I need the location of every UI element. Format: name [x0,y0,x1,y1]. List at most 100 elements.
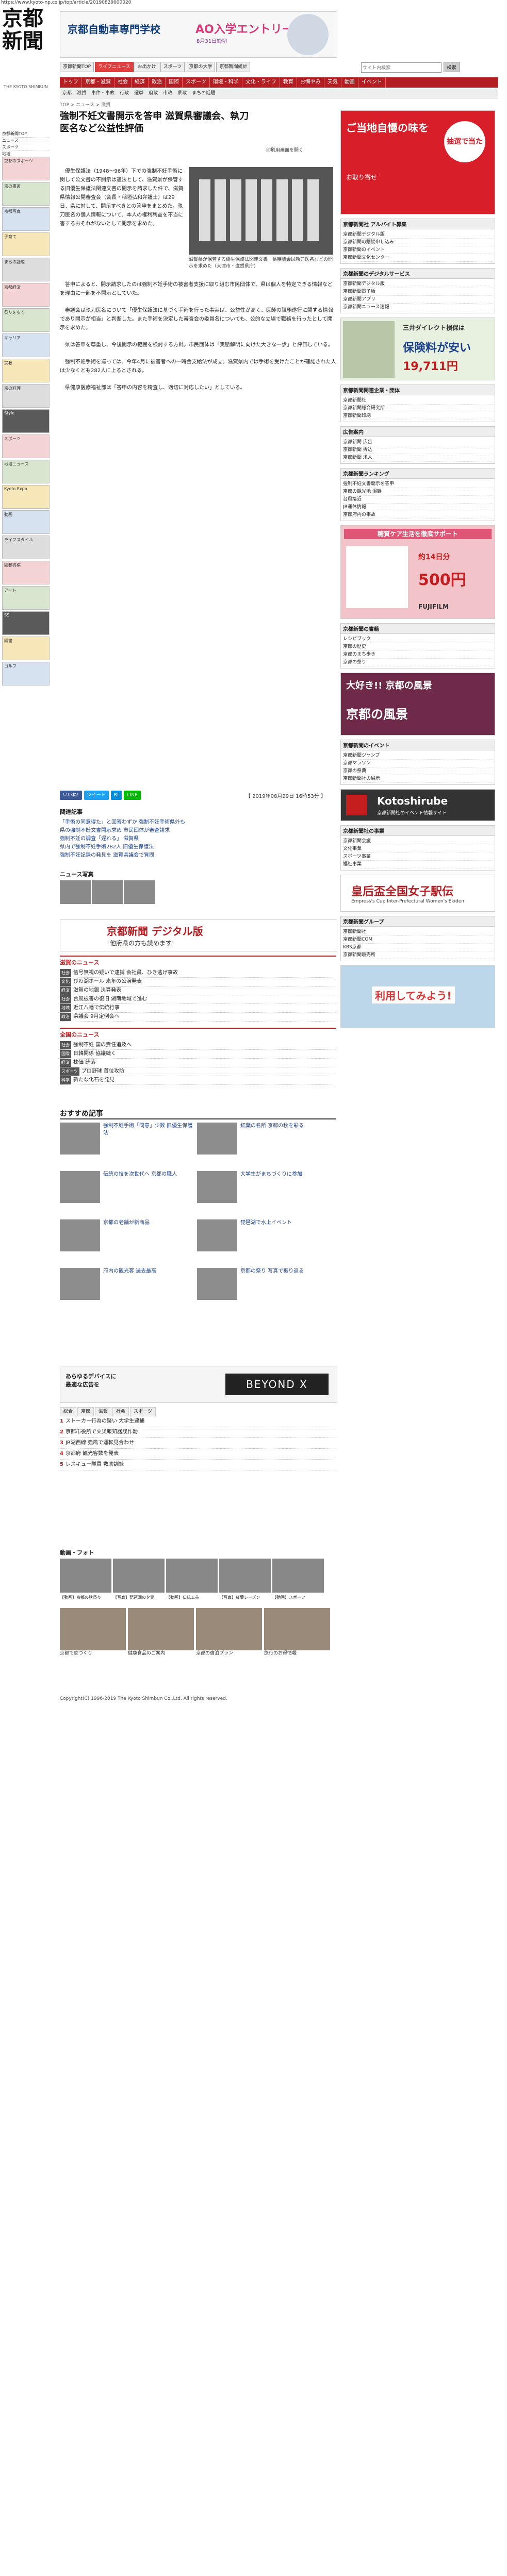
ad-cell[interactable]: 京都の宿泊プラン [196,1608,262,1680]
right-link[interactable]: 文化事業 [343,845,493,853]
left-nav-item[interactable]: アート [2,586,50,610]
hatena-bookmark-button[interactable]: B! [110,791,122,800]
main-nav-item[interactable]: スポーツ [183,77,210,88]
right-link[interactable]: 京都新聞社の展示 [343,775,493,783]
left-nav-item[interactable]: Style [2,409,50,433]
photo-caption[interactable]: 【動画】伝統工芸 [166,1595,218,1600]
fujifilm-ad[interactable]: 糖質ケア生活を徹底サポート 約14日分 500円 FUJIFILM [340,525,495,619]
recommend-item[interactable]: 琵琶湖で水上イベント [197,1219,332,1263]
right-link[interactable]: 京都新聞 折込 [343,446,493,454]
left-nav-item[interactable]: 京都のスポーツ [2,157,50,180]
right-link[interactable]: 京都新聞デジタル版 [343,280,493,288]
right-link[interactable]: 京都の祭典 [343,767,493,775]
right-link[interactable]: 京都新聞印刷 [343,412,493,420]
beyond-ad[interactable]: あらゆるデバイスに 最適な広告を BEYOND X [60,1366,337,1403]
main-nav-item[interactable]: イベント [358,77,386,88]
left-nav-item[interactable]: 京の料理 [2,384,50,408]
right-link[interactable]: 京都新聞ジャンプ [343,752,493,760]
photo-thumb[interactable] [272,1559,324,1593]
main-nav-item[interactable]: 社会 [115,77,132,88]
ranking-row[interactable]: 5 レスキュー隊員 救助訓練 [60,1460,336,1470]
list-item[interactable]: 社会 台風被害の復旧 湖南地域で進む [60,995,336,1004]
ranking-tab[interactable]: 京都 [77,1407,94,1416]
right-link[interactable]: 京都新聞社 [343,928,493,936]
line-share-button[interactable]: LINE [124,791,141,800]
main-nav-item[interactable]: お悔やみ [297,77,324,88]
left-nav-item[interactable]: 囲碁将棋 [2,561,50,584]
url-bar[interactable]: https://www.kyoto-np.co.jp/top/article/2… [0,0,507,6]
list-item[interactable]: 国際 日韓関係 協議続く [60,1050,336,1059]
photo-caption[interactable]: 【動画】スポーツ [272,1595,324,1600]
recommend-item[interactable]: 京都の老舗が新商品 [60,1219,195,1263]
article-photo[interactable] [189,167,333,255]
ranking-tab[interactable]: 社会 [112,1407,129,1416]
list-item[interactable]: 科学 新たな化石を発見 [60,1076,336,1085]
search-button[interactable]: 検索 [443,62,460,72]
right-link[interactable]: 京都新聞販売所 [343,951,493,959]
left-nav-item[interactable]: まちの話題 [2,258,50,281]
left-nav-item[interactable]: 京の書斎 [2,182,50,206]
related-link[interactable]: 県内で強制不妊手術282人 旧優生保護法 [60,843,336,851]
main-nav-item[interactable]: 経済 [132,77,149,88]
left-nav-item[interactable]: 子育て [2,232,50,256]
list-item[interactable]: 社会 信号無視の疑いで逮捕 会社員、ひき逃げ事故 [60,969,336,978]
left-link[interactable]: ニュース [2,138,50,144]
left-nav-item[interactable]: 祭りを歩く [2,308,50,332]
right-link[interactable]: KBS京都 [343,944,493,951]
photo-caption[interactable]: 【写真】紅葉シーズン [219,1595,271,1600]
ranking-tab[interactable]: 滋賀 [95,1407,112,1416]
ekiden-banner[interactable]: 皇后盃全国女子駅伝 Empress's Cup Inter-Prefectura… [340,875,495,912]
list-item[interactable]: 経済 滋賀の地銀 決算発表 [60,986,336,995]
recommend-item[interactable]: 大学生がまちづくりに参加 [197,1171,332,1214]
right-link[interactable]: 福祉事業 [343,861,493,868]
right-link[interactable]: レシピブック [343,635,493,643]
right-link[interactable]: 京都新聞アプリ [343,296,493,304]
news-photo-thumb[interactable] [92,880,123,904]
right-link[interactable]: 京都新聞デジタル版 [343,231,493,239]
right-link[interactable]: 京都新聞総合研究所 [343,405,493,412]
right-ranking-item[interactable]: 京都の観光地 混雑 [343,488,493,496]
sub-nav-item[interactable]: 県政 [175,89,189,98]
list-item[interactable]: 政治 県議会 9月定例会へ [60,1013,336,1022]
main-nav-item[interactable]: 文化・ライフ [242,77,280,88]
ad-cell[interactable]: 旅行のお得情報 [264,1608,330,1680]
left-nav-item[interactable]: キャリア [2,333,50,357]
service-ad[interactable]: 利用してみよう! [340,965,495,1028]
ranking-row[interactable]: 1 ストーカー行為の疑い 大学生逮捕 [60,1416,336,1427]
left-nav-item[interactable]: 動画 [2,510,50,534]
ad-cell[interactable]: 京都で家づくり [60,1608,126,1680]
right-link[interactable]: 京都新聞の購読申し込み [343,239,493,246]
main-nav-item[interactable]: 京都・滋賀 [82,77,115,88]
top-tab[interactable]: ライフニュース [95,62,134,72]
ranking-tab[interactable]: スポーツ [130,1407,156,1416]
photo-thumb[interactable] [60,1559,111,1593]
right-link[interactable]: 京都新聞 広告 [343,439,493,446]
recommend-item[interactable]: 伝統の技を次世代へ 京都の職人 [60,1171,195,1214]
top-tab[interactable]: 京都新聞TOP [60,62,94,72]
top-tab[interactable]: お出かけ [134,62,159,72]
related-link[interactable]: 「手術の同意得た」と回答わずか 強制不妊手術県外も [60,818,336,827]
ranking-tab[interactable]: 総合 [60,1407,77,1416]
left-nav-item[interactable]: ゴルフ [2,662,50,685]
right-link[interactable]: 京都の歴史 [343,643,493,651]
related-link[interactable]: 強制不妊の調査「遅れる」 滋賀県 [60,835,336,843]
print-link[interactable]: 印刷用画面を開く [266,146,303,153]
left-nav-item[interactable]: 京都写真 [2,207,50,231]
ranking-row[interactable]: 4 京都府 観光客数を発表 [60,1449,336,1460]
sub-nav-item[interactable]: 府政 [146,89,160,98]
sub-nav-item[interactable]: 市政 [160,89,175,98]
sub-nav-item[interactable]: 京都 [60,89,74,98]
list-item[interactable]: 社会 強制不妊 国の責任追及へ [60,1041,336,1050]
list-item[interactable]: 文化 びわ湖ホール 来年の公演発表 [60,978,336,986]
right-link[interactable]: 京都のまち歩き [343,651,493,659]
sub-nav-item[interactable]: 行政 [117,89,132,98]
top-tab[interactable]: スポーツ [160,62,185,72]
recommend-item[interactable]: 強制不妊手術「同意」少数 旧優生保護法 [60,1123,195,1166]
photo-caption[interactable]: 【動画】京都の秋祭り [60,1595,111,1600]
photo-thumb[interactable] [166,1559,218,1593]
kotoshirube-banner[interactable]: Kotoshirube 京都新聞社のイベント情報サイト [340,789,495,821]
right-link[interactable]: 京都マラソン [343,760,493,767]
tweet-button[interactable]: ツイート [84,791,109,800]
right-link[interactable]: 京都新聞のイベント [343,246,493,254]
sub-nav-item[interactable]: 選挙 [132,89,146,98]
